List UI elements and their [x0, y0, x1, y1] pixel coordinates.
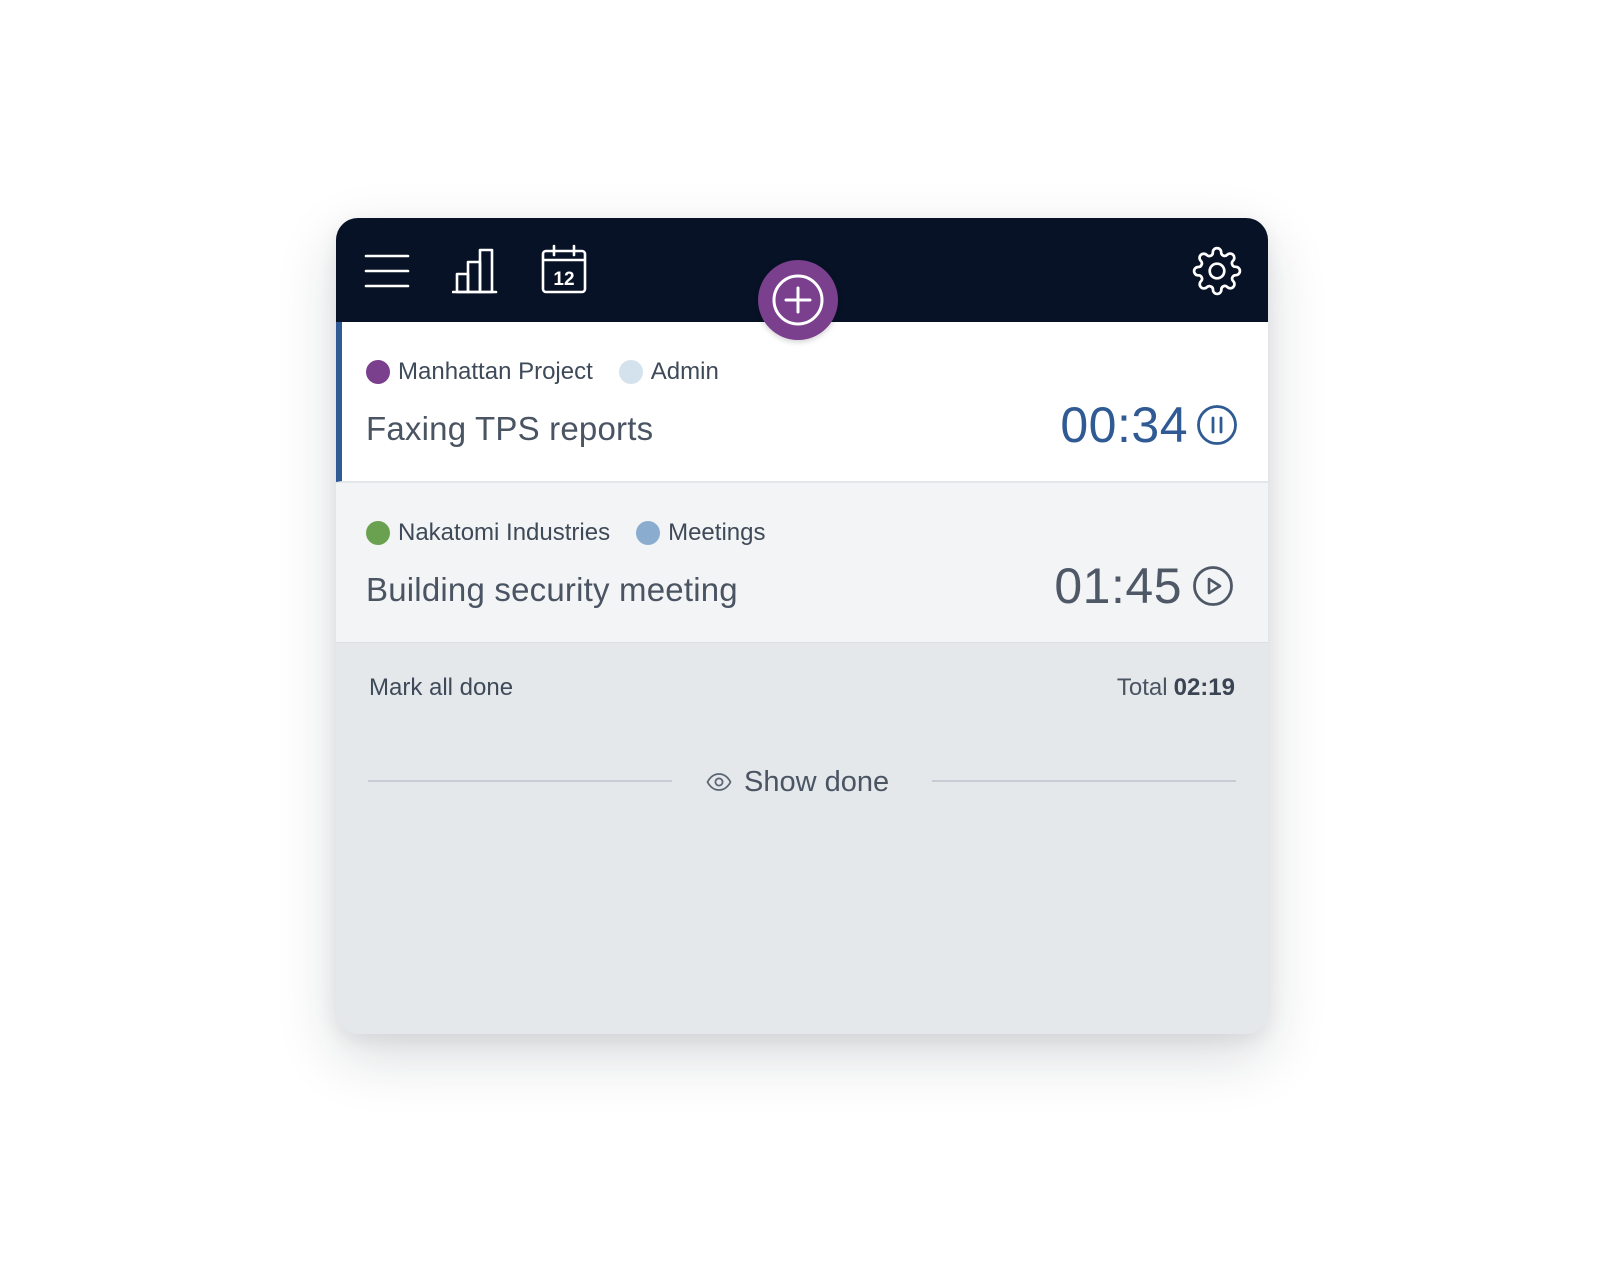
pause-icon[interactable] — [1196, 404, 1238, 446]
hamburger-menu-icon — [364, 254, 410, 288]
show-done-label: Show done — [744, 765, 890, 798]
divider-right — [932, 780, 1236, 782]
project-color-dot — [366, 360, 390, 384]
entry-title[interactable]: Faxing TPS reports — [366, 410, 653, 448]
calendar-day: 12 — [553, 269, 574, 290]
reports-button[interactable] — [452, 246, 500, 294]
entry-tags: Nakatomi Industries Meetings — [366, 519, 791, 547]
calendar-button[interactable]: 12 — [540, 244, 588, 294]
play-icon[interactable] — [1192, 565, 1234, 607]
timer-panel: 12 Manhattan Project Admin Faxing TPS re… — [336, 218, 1268, 1034]
project-color-dot — [366, 521, 390, 545]
category-name: Meetings — [668, 519, 766, 546]
total-time: Total 02:19 — [1117, 674, 1235, 702]
total-label: Total — [1116, 674, 1168, 701]
add-entry-button[interactable] — [758, 260, 838, 340]
entry-tags: Manhattan Project Admin — [366, 358, 745, 386]
gear-icon — [1192, 246, 1242, 296]
entry-timer[interactable]: 01:45 — [1054, 557, 1182, 615]
project-name: Manhattan Project — [398, 358, 593, 385]
category-color-dot — [618, 360, 643, 384]
category-name: Admin — [650, 358, 719, 385]
total-value: 02:19 — [1173, 674, 1235, 701]
plus-circle-icon — [772, 274, 824, 326]
project-tag[interactable]: Nakatomi Industries — [366, 519, 610, 547]
category-color-dot — [636, 521, 661, 545]
category-tag[interactable]: Admin — [618, 358, 719, 386]
bar-chart-icon — [452, 248, 498, 294]
settings-button[interactable] — [1192, 246, 1242, 296]
divider-left — [368, 780, 672, 782]
eye-icon — [706, 773, 732, 791]
project-tag[interactable]: Manhattan Project — [366, 358, 593, 386]
entry-timer[interactable]: 00:34 — [1060, 396, 1188, 454]
time-entry-stopped[interactable]: Nakatomi Industries Meetings Building se… — [336, 483, 1268, 643]
show-done-button[interactable]: Show done — [706, 762, 889, 802]
mark-all-done-button[interactable]: Mark all done — [369, 674, 513, 702]
calendar-icon: 12 — [541, 244, 587, 294]
time-entry-running[interactable]: Manhattan Project Admin Faxing TPS repor… — [336, 322, 1268, 482]
project-name: Nakatomi Industries — [398, 519, 611, 546]
category-tag[interactable]: Meetings — [636, 519, 765, 547]
menu-button[interactable] — [364, 248, 410, 294]
entry-title[interactable]: Building security meeting — [366, 571, 738, 609]
